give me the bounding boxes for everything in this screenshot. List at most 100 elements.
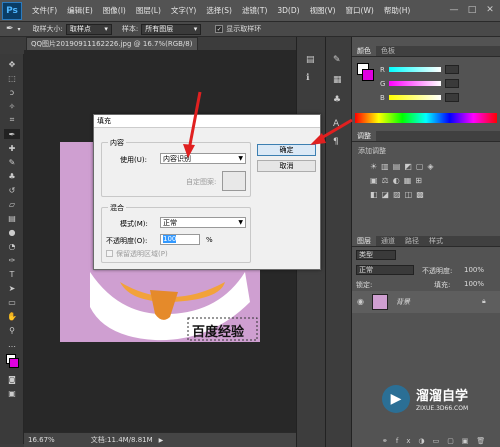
chevron-down-icon[interactable]: ▾ xyxy=(18,26,21,33)
pen-tool-icon[interactable]: ✑ xyxy=(4,255,20,265)
move-tool-icon[interactable]: ✥ xyxy=(4,59,20,69)
bg-color-swatch[interactable] xyxy=(362,69,374,81)
brush-panel-icon[interactable]: ✎ xyxy=(333,55,341,65)
menu-select[interactable]: 选择(S) xyxy=(206,5,232,16)
paragraph-panel-icon[interactable]: ¶ xyxy=(333,137,339,147)
percent-label: % xyxy=(206,236,213,244)
eyedropper-icon[interactable]: ✒ xyxy=(6,24,14,34)
fill-label: 填充: xyxy=(434,281,451,289)
b-slider[interactable] xyxy=(388,95,441,100)
hand-tool-icon[interactable]: ✋ xyxy=(4,311,20,321)
tab-channels[interactable]: 通道 xyxy=(376,236,400,246)
sample-select[interactable]: 所有图层 ▾ xyxy=(141,23,202,35)
opacity-input[interactable]: 100 xyxy=(160,234,200,245)
zoom-level[interactable]: 16.67% xyxy=(28,436,55,444)
layer-opacity-value[interactable]: 100% xyxy=(464,266,484,274)
menu-help[interactable]: 帮助(H) xyxy=(384,5,411,16)
color-spectrum[interactable] xyxy=(355,113,497,123)
menu-window[interactable]: 窗口(W) xyxy=(346,5,374,16)
menu-filter[interactable]: 滤镜(T) xyxy=(242,5,267,16)
color-sliders: R G B xyxy=(380,61,495,103)
mode-value: 正常 xyxy=(163,219,177,227)
menu-type[interactable]: 文字(Y) xyxy=(171,5,196,16)
eyedropper-tool-icon[interactable]: ✒ xyxy=(4,129,20,139)
fill-dialog: 填充 内容 使用(U): 内容识别 ▼ 自定图案: 混合 模式(M): 正常 ▼ 不… xyxy=(93,114,321,270)
clone-source-icon[interactable]: ♣ xyxy=(333,95,341,105)
gradient-tool-icon[interactable]: ▤ xyxy=(4,213,20,223)
brush-tool-icon[interactable]: ✎ xyxy=(4,157,20,167)
document-tab[interactable]: QQ图片20190911162226.jpg @ 16.7%(RGB/8) * xyxy=(26,37,198,60)
mode-label: 模式(M): xyxy=(120,220,148,228)
chevron-down-icon: ▾ xyxy=(104,25,108,33)
quick-mask-icon[interactable]: ◙ xyxy=(4,374,20,384)
magic-wand-icon[interactable]: ✧ xyxy=(4,101,20,111)
play-icon[interactable]: ▶ xyxy=(159,437,164,444)
layer-row-background[interactable]: ◉ 背景 🔒︎ xyxy=(352,291,500,313)
b-value-field[interactable] xyxy=(444,93,459,102)
right-panels: 颜色 色板 R G B 调整 添加调整 ☀▥▤◩▢◈ ▣⚖◐▦⊞ ◧◪▨◫▩ 图… xyxy=(352,37,500,447)
blend-mode-select[interactable]: 正常 xyxy=(356,265,414,275)
character-panel-icon[interactable]: A xyxy=(333,119,339,129)
add-adjustment-label: 添加调整 xyxy=(358,147,386,155)
eye-icon[interactable]: ◉ xyxy=(357,297,364,306)
fill-value[interactable]: 100% xyxy=(464,280,484,288)
custom-pattern-picker[interactable] xyxy=(222,171,246,191)
lock-label: 锁定: xyxy=(356,281,373,289)
screen-mode-icon[interactable]: ▣ xyxy=(4,388,20,398)
history-brush-icon[interactable]: ↺ xyxy=(4,185,20,195)
menu-3d[interactable]: 3D(D) xyxy=(277,6,299,15)
layer-filter-select[interactable]: 类型 xyxy=(356,250,396,260)
window-controls: — □ ✕ xyxy=(448,4,496,16)
shape-tool-icon[interactable]: ▭ xyxy=(4,297,20,307)
lasso-tool-icon[interactable]: ↄ xyxy=(4,87,20,97)
menu-image[interactable]: 图像(I) xyxy=(103,5,126,16)
canvas-text: 百度经验 xyxy=(192,325,245,340)
preserve-checkbox[interactable] xyxy=(106,250,113,257)
menu-edit[interactable]: 编辑(E) xyxy=(67,5,93,16)
layer-bottom-icons[interactable]: ⚭fx◑▭▢▣🗑︎ xyxy=(382,437,493,445)
more-tools-icon[interactable]: … xyxy=(4,339,20,349)
minimize-button[interactable]: — xyxy=(448,4,460,16)
path-select-icon[interactable]: ➤ xyxy=(4,283,20,293)
tab-paths[interactable]: 路径 xyxy=(400,236,424,246)
cancel-button[interactable]: 取消 xyxy=(257,160,316,172)
blur-tool-icon[interactable]: ● xyxy=(4,227,20,237)
marquee-tool-icon[interactable]: ⬚ xyxy=(4,73,20,83)
show-ring-checkbox[interactable]: ✓ xyxy=(215,25,224,33)
brush-presets-icon[interactable]: ▦ xyxy=(333,75,342,85)
tab-swatches[interactable]: 色板 xyxy=(376,46,400,56)
background-color-swatch[interactable] xyxy=(9,358,19,368)
use-select[interactable]: 内容识别 ▼ xyxy=(160,153,246,164)
menu-view[interactable]: 视图(V) xyxy=(310,5,336,16)
menu-layer[interactable]: 图层(L) xyxy=(136,5,161,16)
b-label: B xyxy=(380,93,385,102)
maximize-button[interactable]: □ xyxy=(466,4,478,16)
eraser-tool-icon[interactable]: ▱ xyxy=(4,199,20,209)
tab-adjustments[interactable]: 调整 xyxy=(352,131,376,141)
tab-layers[interactable]: 图层 xyxy=(352,236,376,246)
history-panel-icon[interactable]: ▤ xyxy=(306,55,315,65)
chevron-down-icon: ▼ xyxy=(238,219,243,226)
clone-stamp-icon[interactable]: ♣ xyxy=(4,171,20,181)
crop-tool-icon[interactable]: ⌗ xyxy=(4,115,20,125)
adjustment-icons-row-2[interactable]: ▣⚖◐▦⊞ xyxy=(370,176,426,185)
g-value-field[interactable] xyxy=(445,79,460,88)
healing-brush-icon[interactable]: ✚ xyxy=(4,143,20,153)
zoom-tool-icon[interactable]: ⚲ xyxy=(4,325,20,335)
ok-button[interactable]: 确定 xyxy=(257,144,316,156)
info-panel-icon[interactable]: ℹ xyxy=(306,73,309,83)
r-slider[interactable] xyxy=(388,67,441,72)
tab-styles[interactable]: 样式 xyxy=(424,236,448,246)
dodge-tool-icon[interactable]: ◔ xyxy=(4,241,20,251)
menu-file[interactable]: 文件(F) xyxy=(32,5,57,16)
toolbox: ✥ ⬚ ↄ ✧ ⌗ ✒ ✚ ✎ ♣ ↺ ▱ ▤ ● ◔ ✑ T ➤ ▭ ✋ ⚲ … xyxy=(0,54,24,444)
sample-size-select[interactable]: 取样点 ▾ xyxy=(65,23,112,35)
close-button[interactable]: ✕ xyxy=(484,4,496,16)
adjustment-icons-row-3[interactable]: ◧◪▨◫▩ xyxy=(370,190,428,199)
adjustment-icons-row-1[interactable]: ☀▥▤◩▢◈ xyxy=(370,162,438,171)
r-value-field[interactable] xyxy=(444,65,459,74)
g-slider[interactable] xyxy=(389,81,442,86)
mode-select[interactable]: 正常 ▼ xyxy=(160,217,246,228)
tab-color[interactable]: 颜色 xyxy=(352,46,376,56)
type-tool-icon[interactable]: T xyxy=(4,269,20,279)
